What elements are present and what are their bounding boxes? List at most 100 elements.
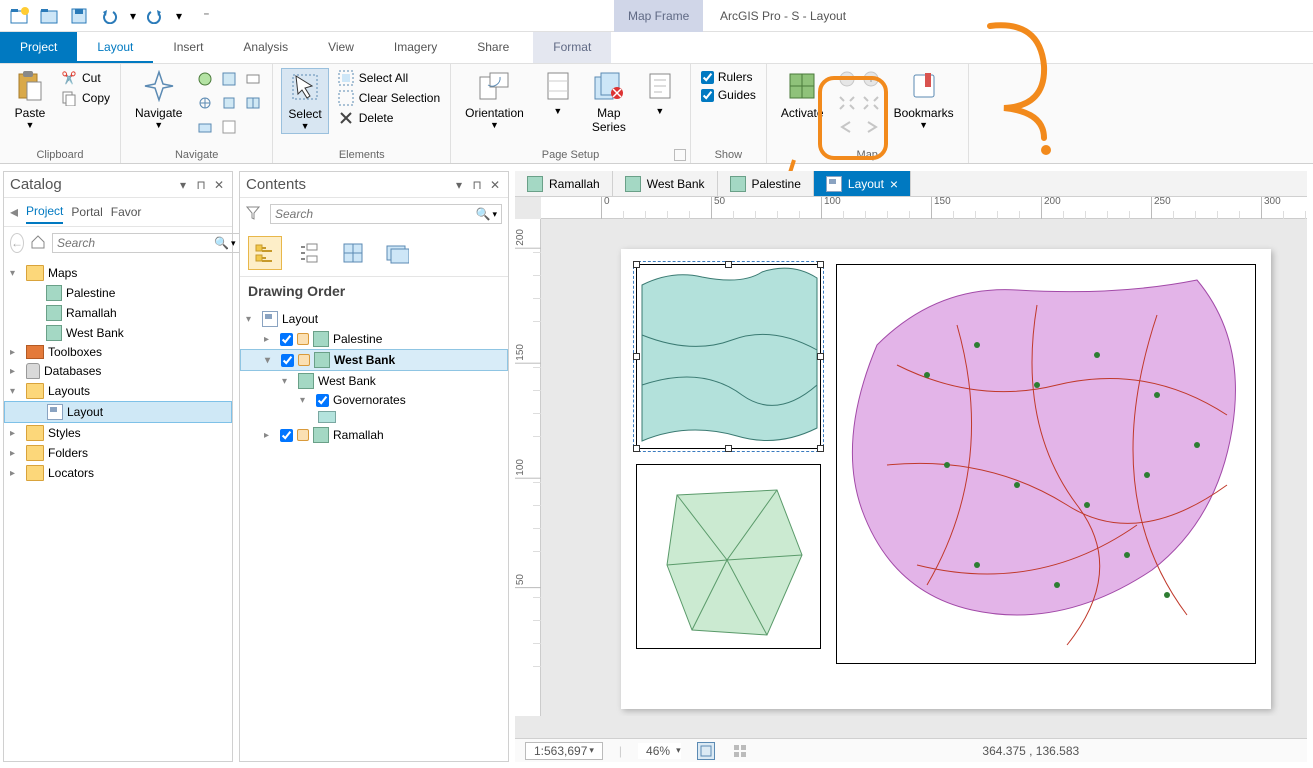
close-icon[interactable]: ×: [890, 176, 898, 192]
tab-format[interactable]: Format: [533, 32, 611, 63]
pane-menu-icon[interactable]: ▾: [452, 178, 466, 192]
delete-button[interactable]: Delete: [335, 108, 442, 128]
redo-dropdown-icon[interactable]: ▾: [174, 4, 184, 28]
contents-root-layout[interactable]: ▾Layout: [240, 309, 508, 329]
close-icon[interactable]: ✕: [212, 178, 226, 192]
vertical-ruler[interactable]: 20015010050: [515, 219, 541, 716]
nav-tool-icon[interactable]: [218, 68, 240, 90]
map-extent-out-icon[interactable]: [860, 92, 882, 114]
contents-frame-ramallah[interactable]: ▸Ramallah: [240, 425, 508, 445]
search-icon[interactable]: 🔍: [476, 207, 491, 221]
back-icon[interactable]: ◂: [10, 202, 18, 226]
contents-map-westbank[interactable]: ▾West Bank: [240, 371, 508, 391]
undo-icon[interactable]: [98, 4, 122, 28]
activate-button[interactable]: Activate: [775, 68, 830, 122]
rulers-checkbox[interactable]: Rulers: [699, 68, 758, 86]
map-fixed-zoom-icon[interactable]: +: [860, 68, 882, 90]
map-extent-in-icon[interactable]: [836, 92, 858, 114]
filter-icon[interactable]: [246, 206, 264, 223]
catalog-node-databases[interactable]: ▸Databases: [4, 361, 232, 381]
nav-tool-icon[interactable]: [242, 92, 264, 114]
open-project-icon[interactable]: [38, 4, 62, 28]
catalog-node-layouts[interactable]: ▾Layouts: [4, 381, 232, 401]
navigate-button[interactable]: Navigate▼: [129, 68, 188, 132]
catalog-node-locators[interactable]: ▸Locators: [4, 463, 232, 483]
catalog-node-folders[interactable]: ▸Folders: [4, 443, 232, 463]
view-tab-palestine[interactable]: Palestine: [718, 171, 814, 196]
save-icon[interactable]: [68, 4, 92, 28]
nav-tool-icon[interactable]: [194, 116, 216, 138]
catalog-tab-project[interactable]: Project: [26, 204, 63, 224]
copy-button[interactable]: Copy: [58, 88, 112, 108]
layout-page[interactable]: [621, 249, 1271, 709]
list-element-type-button[interactable]: [292, 236, 326, 270]
nav-tool-icon[interactable]: [218, 92, 240, 114]
contents-swatch[interactable]: [240, 409, 508, 425]
catalog-node-maps[interactable]: ▾Maps: [4, 263, 232, 283]
horizontal-ruler[interactable]: 050100150200250300: [541, 197, 1307, 219]
contents-frame-palestine[interactable]: ▸Palestine: [240, 329, 508, 349]
view-tab-westbank[interactable]: West Bank: [613, 171, 718, 196]
tab-view[interactable]: View: [308, 32, 374, 63]
mapframe-ramallah[interactable]: [636, 464, 821, 649]
map-next-extent-icon[interactable]: [860, 116, 882, 138]
catalog-search-input[interactable]: [57, 236, 214, 250]
select-button[interactable]: Select▼: [281, 68, 328, 134]
catalog-item-layout[interactable]: Layout: [4, 401, 232, 423]
list-selection-button[interactable]: [380, 236, 414, 270]
nav-tool-icon[interactable]: [194, 68, 216, 90]
scale-selector[interactable]: 1:563,697▾: [525, 742, 603, 760]
autohide-icon[interactable]: ⊓: [194, 178, 208, 192]
catalog-search[interactable]: 🔍▾: [52, 233, 240, 253]
size-button[interactable]: ▼: [536, 68, 580, 118]
tab-share[interactable]: Share: [457, 32, 529, 63]
tab-analysis[interactable]: Analysis: [223, 32, 308, 63]
contents-layer-governorates[interactable]: ▾Governorates: [240, 391, 508, 409]
catalog-tab-portal[interactable]: Portal: [71, 205, 102, 223]
tab-imagery[interactable]: Imagery: [374, 32, 457, 63]
contents-search[interactable]: 🔍▾: [270, 204, 502, 224]
list-map-frame-button[interactable]: [336, 236, 370, 270]
nav-tool-icon[interactable]: [194, 92, 216, 114]
mapframe-palestine[interactable]: [836, 264, 1256, 664]
list-drawing-order-button[interactable]: [248, 236, 282, 270]
catalog-node-styles[interactable]: ▸Styles: [4, 423, 232, 443]
cut-button[interactable]: ✂️Cut: [58, 68, 112, 88]
catalog-item-westbank[interactable]: West Bank: [4, 323, 232, 343]
view-mode-normal-icon[interactable]: [697, 742, 715, 760]
clear-selection-button[interactable]: Clear Selection: [335, 88, 442, 108]
page-setup-extra-button[interactable]: ▼: [638, 68, 682, 118]
nav-back-icon[interactable]: ←: [10, 233, 24, 253]
view-mode-grid-icon[interactable]: [731, 742, 749, 760]
search-icon[interactable]: 🔍: [214, 236, 229, 250]
view-tab-layout[interactable]: Layout×: [814, 171, 911, 196]
map-prev-extent-icon[interactable]: [836, 116, 858, 138]
pane-menu-icon[interactable]: ▾: [176, 178, 190, 192]
orientation-button[interactable]: Orientation▼: [459, 68, 530, 132]
redo-icon[interactable]: [144, 4, 168, 28]
view-tab-ramallah[interactable]: Ramallah: [515, 171, 613, 196]
undo-dropdown-icon[interactable]: ▾: [128, 4, 138, 28]
guides-checkbox[interactable]: Guides: [699, 86, 758, 104]
mapframe-westbank[interactable]: [636, 264, 821, 449]
map-series-button[interactable]: Map Series: [586, 68, 632, 136]
catalog-item-ramallah[interactable]: Ramallah: [4, 303, 232, 323]
qat-customize-icon[interactable]: ⠀⁼: [190, 4, 214, 28]
new-project-icon[interactable]: [8, 4, 32, 28]
catalog-item-palestine[interactable]: Palestine: [4, 283, 232, 303]
zoom-selector[interactable]: 46%▾: [638, 743, 681, 759]
contents-frame-westbank[interactable]: ▾West Bank: [240, 349, 508, 371]
catalog-node-toolboxes[interactable]: ▸Toolboxes: [4, 343, 232, 361]
autohide-icon[interactable]: ⊓: [470, 178, 484, 192]
layout-canvas[interactable]: 050100150200250300 20015010050: [515, 197, 1307, 738]
nav-tool-icon[interactable]: [218, 116, 240, 138]
select-all-button[interactable]: Select All: [335, 68, 442, 88]
tab-project[interactable]: Project: [0, 32, 77, 63]
page-setup-launcher-icon[interactable]: [674, 149, 686, 161]
catalog-tab-favorites[interactable]: Favor: [111, 205, 142, 223]
tab-insert[interactable]: Insert: [153, 32, 223, 63]
map-zoom-full-icon[interactable]: [836, 68, 858, 90]
tab-layout[interactable]: Layout: [77, 32, 153, 63]
nav-tool-icon[interactable]: [242, 68, 264, 90]
paste-button[interactable]: Paste▼: [8, 68, 52, 132]
